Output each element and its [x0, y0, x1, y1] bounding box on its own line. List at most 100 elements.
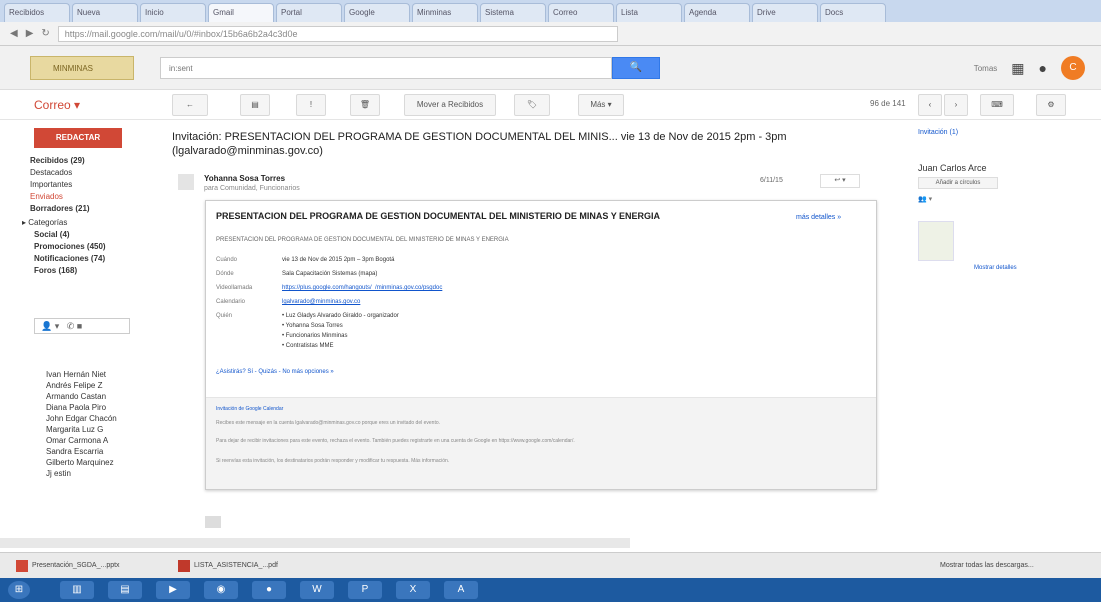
browser-tab[interactable]: Google [344, 3, 410, 22]
notifications-icon[interactable]: ● [1039, 60, 1047, 76]
back-to-list-button[interactable]: ← [172, 94, 208, 116]
taskbar-firefox-icon[interactable]: ● [252, 581, 286, 599]
contact-item[interactable]: Jj estin [46, 469, 71, 478]
more-button[interactable]: Más ▾ [578, 94, 624, 116]
sidebar-item-updates[interactable]: Notificaciones (74) [34, 254, 105, 263]
contact-item[interactable]: Andrés Felipe Z [46, 381, 102, 390]
browser-tab[interactable]: Sistema [480, 3, 546, 22]
contact-photo [918, 221, 954, 261]
contact-name[interactable]: Juan Carlos Arce [918, 163, 987, 173]
browser-tab[interactable]: Correo [548, 3, 614, 22]
download-item[interactable]: LISTA_ASISTENCIA_...pdf [176, 558, 278, 574]
event-when: vie 13 de Nov de 2015 2pm – 3pm Bogotá [282, 257, 395, 263]
attachment-icon[interactable] [205, 516, 221, 528]
add-to-circles-button[interactable]: Añadir a círculos [918, 177, 998, 189]
next-button[interactable]: › [944, 94, 968, 116]
back-icon[interactable]: ◀ [10, 28, 18, 39]
compose-button[interactable]: REDACTAR [34, 128, 122, 148]
sidebar-item-important[interactable]: Importantes [30, 180, 72, 189]
attendee: • Funcionarios Minminas [282, 333, 348, 339]
sidebar-item-forums[interactable]: Foros (168) [34, 266, 77, 275]
event-where: Sala Capacitación Sistemas (mapa) [282, 271, 378, 277]
delete-button[interactable]: 🗑 [350, 94, 380, 116]
browser-tab[interactable]: Agenda [684, 3, 750, 22]
url-field[interactable]: https://mail.google.com/mail/u/0/#inbox/… [57, 25, 618, 42]
search-button[interactable]: 🔍 [612, 57, 660, 79]
more-details-link[interactable]: más detalles » [796, 214, 841, 221]
show-details-link[interactable]: Mostrar detalles [974, 265, 1017, 271]
browser-tab[interactable]: Minminas [412, 3, 478, 22]
attendee: • Contratistas MME [282, 343, 334, 349]
avatar[interactable]: C [1061, 56, 1085, 80]
hangouts-bar[interactable]: 👤 ▾ ✆ ■ [34, 318, 130, 334]
taskbar-powerpoint-icon[interactable]: P [348, 581, 382, 599]
sidebar-item-drafts[interactable]: Borradores (21) [30, 204, 90, 213]
event-video-link[interactable]: https://plus.google.com/hangouts/_/minmi… [282, 285, 442, 291]
contact-item[interactable]: Armando Castan [46, 392, 106, 401]
taskbar-word-icon[interactable]: W [300, 581, 334, 599]
contact-item[interactable]: Diana Paola Piro [46, 403, 106, 412]
contact-item[interactable]: Omar Carmona A [46, 436, 108, 445]
sender-row[interactable]: Yohanna Sosa Torres para Comunidad, Func… [170, 170, 890, 200]
reload-icon[interactable]: ↻ [41, 28, 49, 39]
ministry-logo[interactable]: MINMINAS [30, 56, 134, 80]
related-header[interactable]: Invitación (1) [918, 129, 958, 136]
sidebar-item-promotions[interactable]: Promociones (450) [34, 242, 106, 251]
rsvp-options[interactable]: ¿Asistirás? Sí - Quizás - No más opcione… [216, 369, 334, 375]
browser-tab[interactable]: Drive [752, 3, 818, 22]
event-organizer: • Luz Gladys Alvarado Giraldo - organiza… [282, 313, 399, 319]
browser-tab[interactable]: Lista [616, 3, 682, 22]
footer-line[interactable]: Invitación de Google Calendar [216, 406, 283, 412]
people-icon[interactable]: 👥 ▾ [918, 195, 932, 203]
pager: 96 de 141 [870, 99, 906, 108]
browser-tab[interactable]: Nueva [72, 3, 138, 22]
header-right: Tomas ▦ ● C [974, 56, 1085, 80]
event-subtitle: PRESENTACION DEL PROGRAMA DE GESTION DOC… [216, 237, 509, 243]
browser-tab[interactable]: Inicio [140, 3, 206, 22]
taskbar-explorer-icon[interactable]: ▥ [60, 581, 94, 599]
browser-tab[interactable]: Recibidos [4, 3, 70, 22]
sidebar-item-starred[interactable]: Destacados [30, 168, 72, 177]
sidebar-item-categories[interactable]: ▸ Categorías [22, 218, 67, 227]
contact-item[interactable]: Ivan Hernán Niet [46, 370, 106, 379]
calendar-invite-card: PRESENTACION DEL PROGRAMA DE GESTION DOC… [205, 200, 877, 490]
apps-grid-icon[interactable]: ▦ [1011, 60, 1024, 77]
contact-item[interactable]: Margarita Luz G [46, 425, 103, 434]
archive-button[interactable]: ▤ [240, 94, 270, 116]
taskbar-folder-icon[interactable]: ▤ [108, 581, 142, 599]
prev-button[interactable]: ‹ [918, 94, 942, 116]
taskbar-pdf-icon[interactable]: A [444, 581, 478, 599]
status-bar [0, 538, 630, 548]
taskbar-excel-icon[interactable]: X [396, 581, 430, 599]
input-tools-button[interactable]: ⌨ [980, 94, 1014, 116]
browser-tab[interactable]: Portal [276, 3, 342, 22]
account-name[interactable]: Tomas [974, 64, 998, 73]
forward-icon[interactable]: ▶ [26, 28, 34, 39]
sender-recipients[interactable]: para Comunidad, Funcionarios [204, 185, 300, 192]
taskbar-media-icon[interactable]: ▶ [156, 581, 190, 599]
taskbar-chrome-icon[interactable]: ◉ [204, 581, 238, 599]
sidebar-item-social[interactable]: Social (4) [34, 230, 70, 239]
move-button[interactable]: Mover a Recibidos [404, 94, 496, 116]
sidebar-item-sent[interactable]: Enviados [30, 192, 63, 201]
show-all-downloads[interactable]: Mostrar todas las descargas... [940, 558, 1034, 574]
sender-avatar [178, 174, 194, 190]
sender-name[interactable]: Yohanna Sosa Torres [204, 174, 285, 183]
reply-button[interactable]: ↩ ▾ [820, 174, 860, 188]
contact-item[interactable]: John Edgar Chacón [46, 414, 117, 423]
app-switcher[interactable]: Correo ▾ [34, 98, 80, 112]
settings-button[interactable]: ⚙ [1036, 94, 1066, 116]
sidebar-item-inbox[interactable]: Recibidos (29) [30, 156, 85, 165]
report-spam-button[interactable]: ! [296, 94, 326, 116]
contact-item[interactable]: Sandra Escarria [46, 447, 103, 456]
event-calendar[interactable]: lgalvarado@minminas.gov.co [282, 299, 360, 305]
contact-item[interactable]: Gilberto Marquinez [46, 458, 114, 467]
start-button[interactable]: ⊞ [8, 581, 30, 599]
download-item[interactable]: Presentación_SGDA_...pptx [14, 558, 120, 574]
event-title: PRESENTACION DEL PROGRAMA DE GESTION DOC… [216, 211, 661, 221]
labels-button[interactable]: 🏷 [514, 94, 550, 116]
browser-tab[interactable]: Docs [820, 3, 886, 22]
browser-tab[interactable]: Gmail [208, 3, 274, 22]
search-input[interactable]: in:sent [160, 57, 612, 79]
footer-line: Si reenvías esta invitación, los destina… [216, 458, 450, 464]
